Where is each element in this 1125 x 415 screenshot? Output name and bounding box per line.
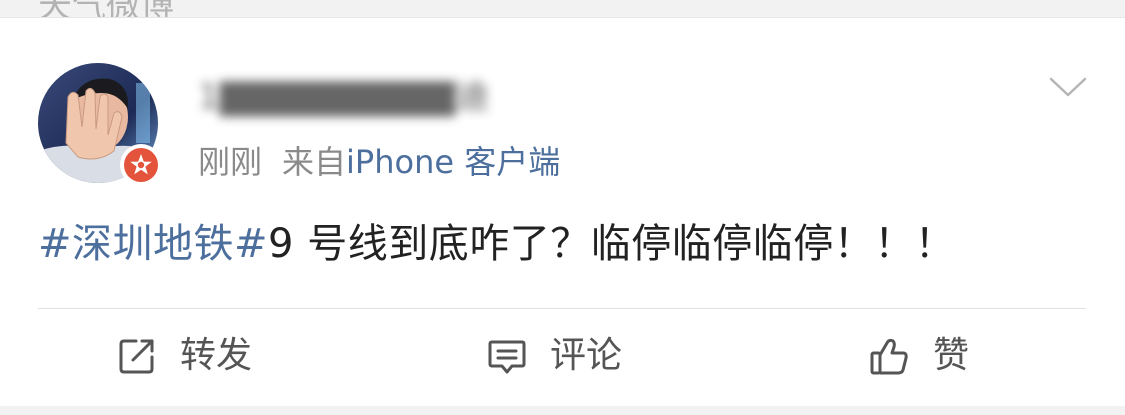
- post-body: #深圳地铁#9 号线到底咋了？临停临停临停！！！: [38, 214, 955, 274]
- top-strip: 天气微博: [0, 0, 1125, 17]
- hashtag-link[interactable]: #深圳地铁#: [38, 221, 268, 267]
- top-strip-text: 天气微博: [38, 0, 174, 17]
- post-body-text: 9 号线到底咋了？临停临停临停！！！: [268, 221, 956, 267]
- repost-button[interactable]: 转发: [116, 330, 252, 382]
- repost-label: 转发: [180, 335, 253, 376]
- username[interactable]: 1▇▇▇▇▇▇▇▇▇迪: [198, 76, 489, 118]
- like-label: 赞: [933, 335, 970, 376]
- comment-label: 评论: [550, 335, 623, 376]
- top-divider: [0, 17, 1125, 18]
- post-time: 刚刚: [198, 143, 263, 181]
- comment-icon: [488, 340, 526, 374]
- action-divider: [38, 308, 1086, 309]
- bottom-strip: [0, 406, 1125, 415]
- post-meta: 刚刚 来自iPhone 客户端: [198, 140, 560, 184]
- chevron-down-icon[interactable]: [1048, 72, 1088, 102]
- repost-icon: [119, 339, 154, 374]
- verified-badge-icon: [120, 144, 162, 186]
- source-prefix: 来自: [282, 143, 347, 181]
- thumbs-up-icon: [870, 338, 908, 375]
- source-link[interactable]: iPhone 客户端: [346, 143, 560, 181]
- like-button[interactable]: 赞: [869, 330, 969, 382]
- comment-button[interactable]: 评论: [486, 330, 622, 382]
